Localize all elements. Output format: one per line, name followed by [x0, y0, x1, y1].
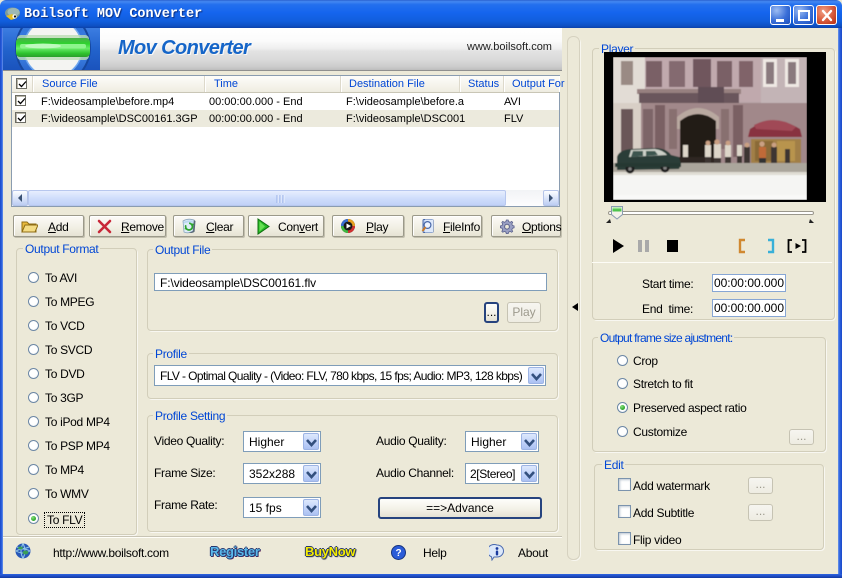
- svg-text:?: ?: [395, 548, 401, 559]
